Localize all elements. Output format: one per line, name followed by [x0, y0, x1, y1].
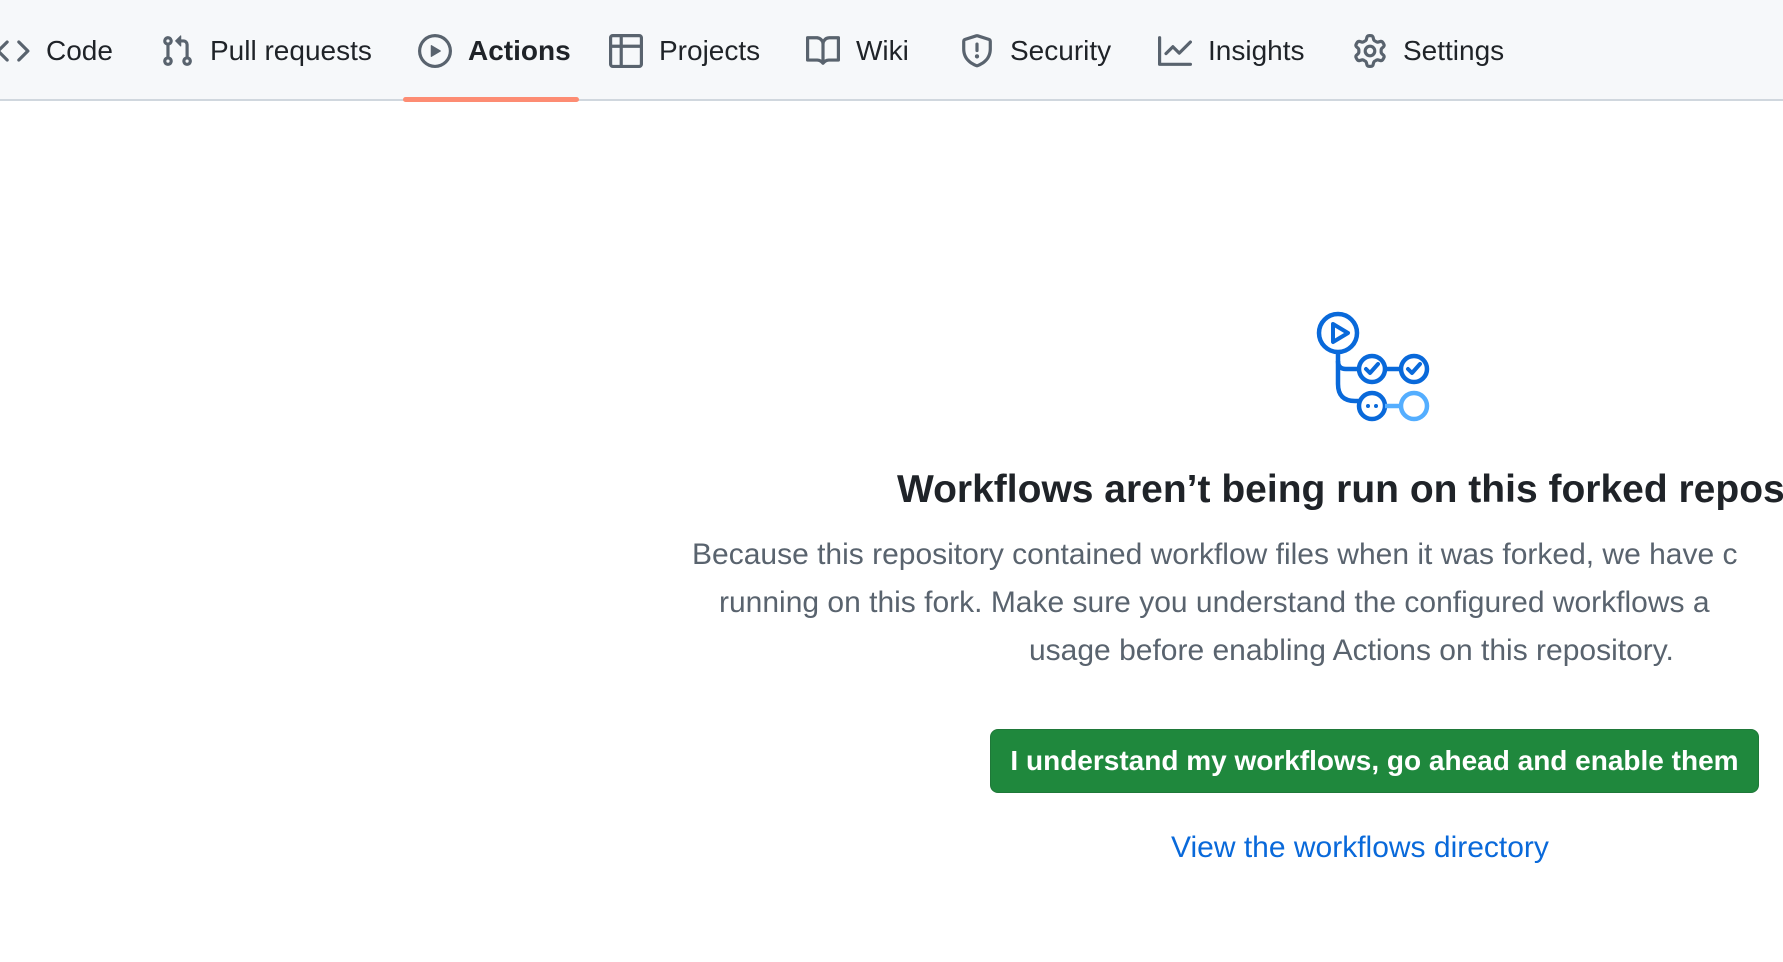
tab-security[interactable]: Security	[960, 0, 1111, 101]
tab-insights[interactable]: Insights	[1158, 0, 1305, 101]
blankslate-description-line: usage before enabling Actions on this re…	[1029, 634, 1674, 667]
tab-actions[interactable]: Actions	[418, 0, 571, 101]
tab-label: Security	[1010, 34, 1112, 66]
tab-label: Pull requests	[210, 34, 372, 66]
enable-workflows-button[interactable]: I understand my workflows, go ahead and …	[990, 729, 1759, 793]
repo-nav: Code Pull requests Actions Projects Wiki…	[0, 0, 1783, 102]
table-icon	[609, 33, 643, 68]
blankslate-heading: Workflows aren’t being run on this forke…	[897, 468, 1783, 511]
tab-wiki[interactable]: Wiki	[806, 0, 909, 101]
tab-code[interactable]: Code	[0, 0, 113, 101]
workflow-icon	[1316, 311, 1430, 422]
book-icon	[806, 34, 840, 68]
tab-label: Settings	[1403, 34, 1505, 66]
tab-label: Insights	[1208, 34, 1305, 66]
view-workflows-directory-link[interactable]: View the workflows directory	[1171, 831, 1549, 865]
shield-icon	[960, 33, 994, 68]
tab-settings[interactable]: Settings	[1353, 0, 1504, 101]
tab-label: Projects	[659, 34, 761, 66]
code-icon	[0, 34, 30, 68]
git-pull-request-icon	[160, 34, 194, 68]
blankslate-description-line: Because this repository contained workfl…	[692, 538, 1738, 571]
graph-icon	[1158, 34, 1192, 68]
play-icon	[418, 33, 452, 68]
tab-label: Actions	[468, 34, 571, 66]
blankslate-description-line: running on this fork. Make sure you unde…	[719, 586, 1710, 619]
tab-label: Wiki	[856, 34, 909, 66]
gear-icon	[1353, 33, 1387, 68]
tab-label: Code	[46, 34, 113, 66]
tab-projects[interactable]: Projects	[609, 0, 760, 101]
active-tab-underline	[403, 97, 579, 102]
tab-pull-requests[interactable]: Pull requests	[160, 0, 372, 101]
